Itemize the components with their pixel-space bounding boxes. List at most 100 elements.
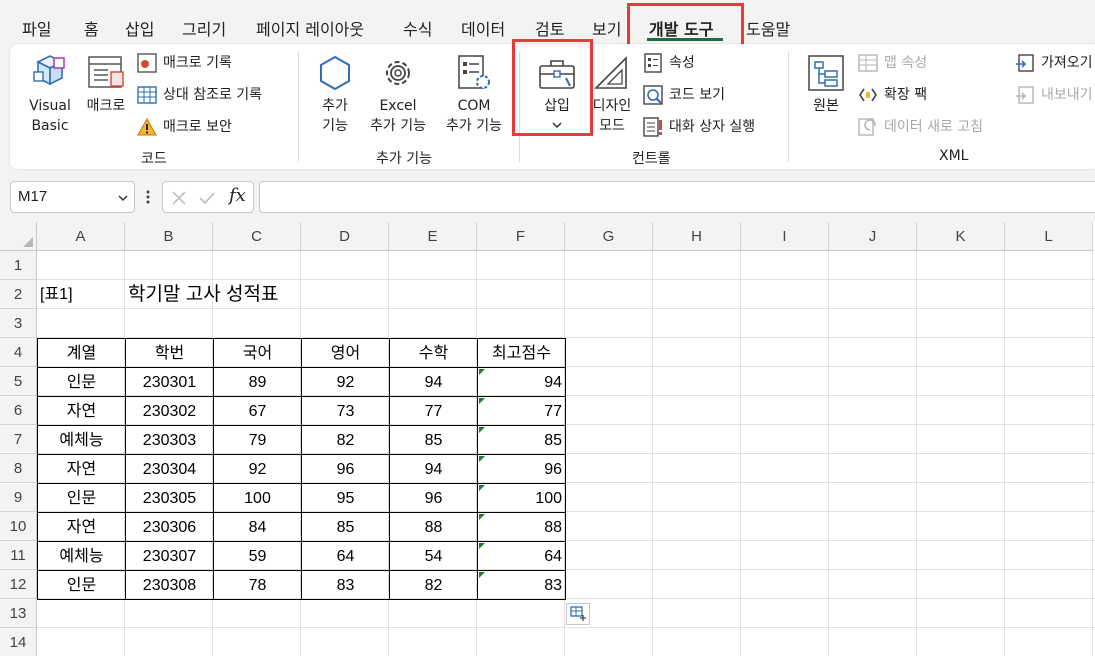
tab-draw[interactable]: 그리기: [182, 16, 226, 40]
table-cell[interactable]: 인문: [37, 570, 126, 600]
name-box[interactable]: M17: [10, 181, 135, 213]
table-cell[interactable]: 96: [301, 454, 390, 484]
column-header-j[interactable]: J: [829, 222, 917, 251]
add-ins-button[interactable]: 추가 기능: [313, 96, 357, 136]
row-header-13[interactable]: 13: [0, 599, 37, 628]
table-cell[interactable]: 인문: [37, 367, 126, 397]
run-dialog-button[interactable]: 대화 상자 실행: [669, 117, 755, 137]
table-cell[interactable]: 230303: [125, 425, 214, 455]
macro-security-button[interactable]: 매크로 보안: [163, 117, 232, 137]
column-header-a[interactable]: A: [37, 222, 125, 251]
table-cell[interactable]: 인문: [37, 483, 126, 513]
table-cell[interactable]: 85: [301, 512, 390, 542]
row-header-6[interactable]: 6: [0, 396, 37, 425]
table-cell[interactable]: 100: [477, 483, 566, 513]
tab-view[interactable]: 보기: [592, 16, 621, 40]
more-options-icon[interactable]: [146, 189, 150, 205]
import-button[interactable]: 가져오기: [1041, 53, 1093, 73]
table-cell[interactable]: 67: [213, 396, 302, 426]
expansion-packs-button[interactable]: 확장 팩: [884, 85, 927, 105]
table-cell[interactable]: 79: [213, 425, 302, 455]
table-cell[interactable]: 78: [213, 570, 302, 600]
column-header-k[interactable]: K: [917, 222, 1005, 251]
table-cell[interactable]: 94: [389, 454, 478, 484]
column-header-c[interactable]: C: [213, 222, 301, 251]
tab-review[interactable]: 검토: [535, 16, 564, 40]
table-cell[interactable]: 94: [389, 367, 478, 397]
column-header-b[interactable]: B: [125, 222, 213, 251]
table-cell[interactable]: 100: [213, 483, 302, 513]
table-cell[interactable]: 64: [477, 541, 566, 571]
quick-analysis-button[interactable]: [566, 603, 590, 625]
tab-page-layout[interactable]: 페이지 레이아웃: [256, 16, 364, 40]
tab-formulas[interactable]: 수식: [403, 16, 432, 40]
refresh-data-button[interactable]: 데이터 새로 고침: [884, 117, 983, 137]
chevron-down-icon[interactable]: [117, 193, 129, 203]
table-header-cell[interactable]: 계열: [37, 338, 126, 368]
row-header-12[interactable]: 12: [0, 570, 37, 599]
insert-function-button[interactable]: fx: [229, 185, 246, 206]
table-cell[interactable]: 자연: [37, 396, 126, 426]
row-header-9[interactable]: 9: [0, 483, 37, 512]
map-properties-button[interactable]: 맵 속성: [884, 53, 927, 73]
table-cell[interactable]: 230306: [125, 512, 214, 542]
column-header-l[interactable]: L: [1005, 222, 1093, 251]
tab-home[interactable]: 홈: [84, 16, 99, 40]
row-header-1[interactable]: 1: [0, 251, 37, 280]
row-header-4[interactable]: 4: [0, 338, 37, 367]
properties-button[interactable]: 속성: [669, 53, 695, 73]
xml-source-button[interactable]: 원본: [803, 96, 849, 116]
column-header-f[interactable]: F: [477, 222, 565, 251]
row-header-11[interactable]: 11: [0, 541, 37, 570]
cancel-icon[interactable]: [171, 190, 187, 206]
table-cell[interactable]: 82: [389, 570, 478, 600]
tab-file[interactable]: 파일: [22, 16, 51, 40]
table-cell[interactable]: 230307: [125, 541, 214, 571]
table-cell[interactable]: 96: [389, 483, 478, 513]
table-cell[interactable]: 92: [301, 367, 390, 397]
com-add-ins-button[interactable]: COM 추가 기능: [438, 96, 510, 136]
table-header-cell[interactable]: 국어: [213, 338, 302, 368]
table-cell[interactable]: 자연: [37, 454, 126, 484]
row-header-3[interactable]: 3: [0, 309, 37, 338]
table-cell[interactable]: 77: [389, 396, 478, 426]
view-code-button[interactable]: 코드 보기: [669, 85, 725, 105]
table-cell[interactable]: 59: [213, 541, 302, 571]
table-cell[interactable]: 95: [301, 483, 390, 513]
table-cell[interactable]: 88: [477, 512, 566, 542]
relative-reference-button[interactable]: 상대 참조로 기록: [163, 85, 262, 105]
formula-input[interactable]: [259, 181, 1095, 213]
row-header-14[interactable]: 14: [0, 628, 37, 656]
excel-add-ins-button[interactable]: Excel 추가 기능: [362, 96, 434, 136]
column-header-i[interactable]: I: [741, 222, 829, 251]
column-header-d[interactable]: D: [301, 222, 389, 251]
enter-icon[interactable]: [198, 190, 216, 206]
row-header-5[interactable]: 5: [0, 367, 37, 396]
table-cell[interactable]: 84: [213, 512, 302, 542]
table-cell[interactable]: 85: [389, 425, 478, 455]
table-cell[interactable]: 83: [301, 570, 390, 600]
record-macro-button[interactable]: 매크로 기록: [163, 53, 232, 73]
table-header-cell[interactable]: 학번: [125, 338, 214, 368]
sheet-title[interactable]: 학기말 고사 성적표: [125, 280, 425, 310]
column-header-g[interactable]: G: [565, 222, 653, 251]
table-cell[interactable]: 54: [389, 541, 478, 571]
table-cell[interactable]: 96: [477, 454, 566, 484]
tab-insert[interactable]: 삽입: [125, 16, 154, 40]
table-cell[interactable]: 83: [477, 570, 566, 600]
design-mode-button[interactable]: 디자인 모드: [586, 96, 638, 136]
table-cell[interactable]: 85: [477, 425, 566, 455]
visual-basic-button[interactable]: Visual Basic: [26, 96, 74, 136]
table-cell[interactable]: 230304: [125, 454, 214, 484]
table-cell[interactable]: 230305: [125, 483, 214, 513]
table-cell[interactable]: 자연: [37, 512, 126, 542]
table-cell[interactable]: 230308: [125, 570, 214, 600]
row-header-8[interactable]: 8: [0, 454, 37, 483]
table-cell[interactable]: 77: [477, 396, 566, 426]
table-header-cell[interactable]: 최고점수: [477, 338, 566, 368]
table-cell[interactable]: 64: [301, 541, 390, 571]
macros-button[interactable]: 매크로: [80, 96, 132, 116]
row-header-7[interactable]: 7: [0, 425, 37, 454]
table-cell[interactable]: 230301: [125, 367, 214, 397]
table-cell[interactable]: 82: [301, 425, 390, 455]
